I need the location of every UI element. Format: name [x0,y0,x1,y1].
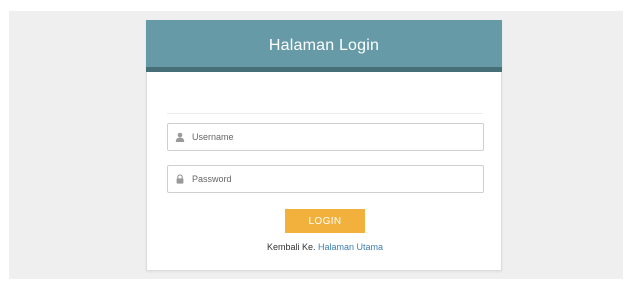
password-field[interactable] [167,165,484,193]
back-to-home: Kembali Ke. Halaman Utama [147,242,503,252]
page-title: Halaman Login [268,36,380,54]
user-icon [174,131,186,143]
header-accent-bar [146,67,502,72]
back-prefix: Kembali Ke. [266,242,316,252]
login-card: Halaman Login LOGIN Kembali Ke. Halaman … [146,20,502,271]
form-divider [167,113,483,114]
home-link[interactable]: Halaman Utama [318,242,383,252]
lock-icon [174,173,186,185]
password-input[interactable] [192,174,472,184]
login-button[interactable]: LOGIN [285,209,365,233]
login-header: Halaman Login [146,20,502,67]
username-field[interactable] [167,123,484,151]
username-input[interactable] [192,132,472,142]
